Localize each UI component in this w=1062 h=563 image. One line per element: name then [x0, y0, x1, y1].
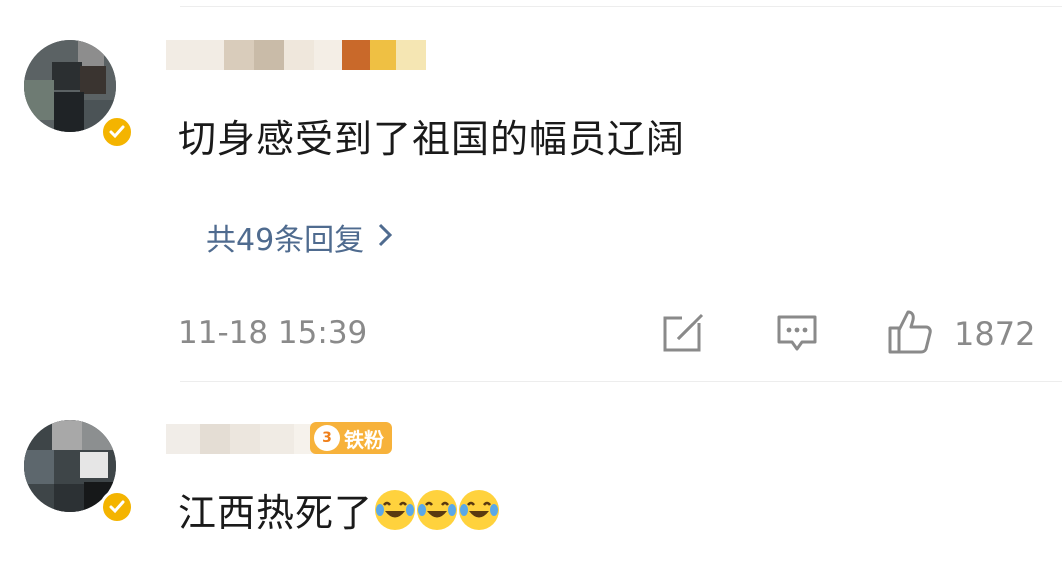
comment-item-1: 切身感受到了祖国的幅员辽阔 共49条回复 11-18 15:39 1872: [0, 0, 1062, 380]
comment-item-2: 3 铁粉 江西热死了: [0, 382, 1062, 563]
comment-text: 江西热死了: [178, 482, 500, 537]
comment-icon[interactable]: [776, 314, 818, 358]
username-blurred[interactable]: [166, 40, 426, 70]
like-icon[interactable]: [886, 308, 934, 360]
share-icon[interactable]: [662, 313, 706, 357]
fan-badge-label: 铁粉: [344, 427, 384, 452]
comment-text: 切身感受到了祖国的幅员辽阔: [178, 117, 686, 161]
avatar[interactable]: [24, 40, 116, 132]
verified-badge-icon: [100, 115, 134, 149]
username-blurred[interactable]: [166, 424, 318, 454]
like-count: 1872: [954, 315, 1036, 353]
comment-text-content: 江西热死了: [178, 491, 374, 535]
timestamp: 11-18 15:39: [178, 315, 368, 351]
fan-level: 3: [314, 425, 340, 451]
verified-badge-icon: [100, 490, 134, 524]
laugh-cry-emoji-icon: [375, 489, 416, 530]
chevron-right-icon: [378, 220, 393, 255]
fan-badge: 3 铁粉: [310, 422, 392, 454]
replies-label: 共49条回复: [206, 223, 365, 258]
laugh-cry-emoji-icon: [417, 489, 458, 530]
laugh-cry-emoji-icon: [459, 489, 500, 530]
view-replies-link[interactable]: 共49条回复: [206, 215, 393, 259]
